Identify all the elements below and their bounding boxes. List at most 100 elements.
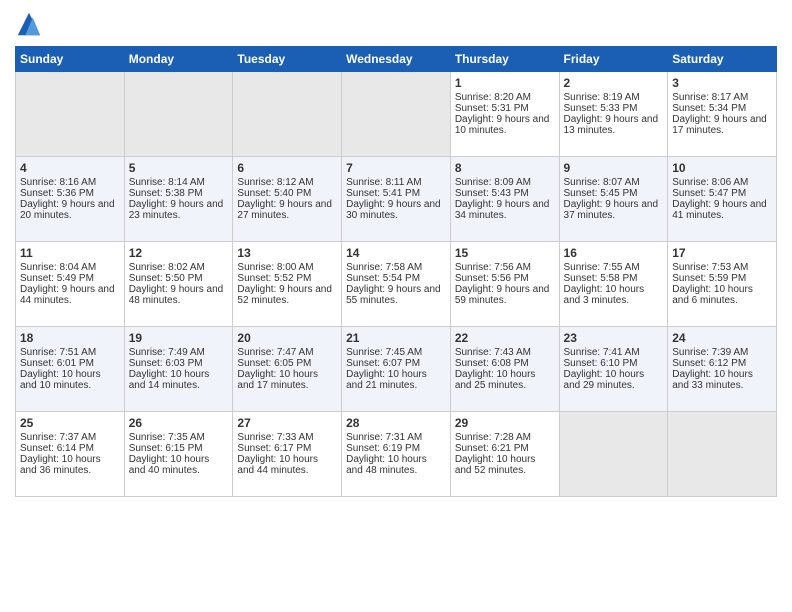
sunset-text: Sunset: 6:17 PM [237,443,337,454]
day-number: 26 [129,416,229,430]
sunrise-text: Sunrise: 7:53 AM [672,262,772,273]
daylight-text: Daylight: 9 hours and 55 minutes. [346,284,446,306]
day-number: 12 [129,246,229,260]
header-tuesday: Tuesday [233,47,342,72]
daylight-text: Daylight: 9 hours and 10 minutes. [455,114,555,136]
calendar-cell: 5Sunrise: 8:14 AMSunset: 5:38 PMDaylight… [124,157,233,242]
calendar-cell: 28Sunrise: 7:31 AMSunset: 6:19 PMDayligh… [342,412,451,497]
daylight-text: Daylight: 10 hours and 48 minutes. [346,454,446,476]
sunset-text: Sunset: 5:33 PM [564,103,664,114]
daylight-text: Daylight: 9 hours and 20 minutes. [20,199,120,221]
sunset-text: Sunset: 6:03 PM [129,358,229,369]
calendar-cell: 10Sunrise: 8:06 AMSunset: 5:47 PMDayligh… [668,157,777,242]
daylight-text: Daylight: 10 hours and 52 minutes. [455,454,555,476]
header-friday: Friday [559,47,668,72]
daylight-text: Daylight: 9 hours and 30 minutes. [346,199,446,221]
daylight-text: Daylight: 10 hours and 10 minutes. [20,369,120,391]
daylight-text: Daylight: 10 hours and 6 minutes. [672,284,772,306]
sunrise-text: Sunrise: 7:47 AM [237,347,337,358]
daylight-text: Daylight: 10 hours and 33 minutes. [672,369,772,391]
daylight-text: Daylight: 9 hours and 17 minutes. [672,114,772,136]
sunset-text: Sunset: 5:47 PM [672,188,772,199]
calendar-cell: 3Sunrise: 8:17 AMSunset: 5:34 PMDaylight… [668,72,777,157]
header-monday: Monday [124,47,233,72]
sunset-text: Sunset: 6:07 PM [346,358,446,369]
day-number: 2 [564,76,664,90]
calendar-cell: 26Sunrise: 7:35 AMSunset: 6:15 PMDayligh… [124,412,233,497]
calendar-week-row: 18Sunrise: 7:51 AMSunset: 6:01 PMDayligh… [16,327,777,412]
sunset-text: Sunset: 5:45 PM [564,188,664,199]
sunset-text: Sunset: 5:38 PM [129,188,229,199]
day-number: 11 [20,246,120,260]
day-number: 6 [237,161,337,175]
sunrise-text: Sunrise: 8:06 AM [672,177,772,188]
sunset-text: Sunset: 5:52 PM [237,273,337,284]
daylight-text: Daylight: 10 hours and 25 minutes. [455,369,555,391]
sunrise-text: Sunrise: 7:55 AM [564,262,664,273]
calendar-cell [233,72,342,157]
calendar-cell: 6Sunrise: 8:12 AMSunset: 5:40 PMDaylight… [233,157,342,242]
day-number: 25 [20,416,120,430]
calendar-table: SundayMondayTuesdayWednesdayThursdayFrid… [15,46,777,497]
page-header [15,10,777,38]
sunrise-text: Sunrise: 8:00 AM [237,262,337,273]
sunrise-text: Sunrise: 8:20 AM [455,92,555,103]
header-wednesday: Wednesday [342,47,451,72]
calendar-cell: 8Sunrise: 8:09 AMSunset: 5:43 PMDaylight… [450,157,559,242]
logo-icon [15,10,43,38]
sunset-text: Sunset: 5:54 PM [346,273,446,284]
sunset-text: Sunset: 6:14 PM [20,443,120,454]
day-number: 8 [455,161,555,175]
sunset-text: Sunset: 5:49 PM [20,273,120,284]
day-number: 7 [346,161,446,175]
calendar-cell: 2Sunrise: 8:19 AMSunset: 5:33 PMDaylight… [559,72,668,157]
sunrise-text: Sunrise: 8:04 AM [20,262,120,273]
day-number: 28 [346,416,446,430]
daylight-text: Daylight: 9 hours and 27 minutes. [237,199,337,221]
day-number: 1 [455,76,555,90]
day-number: 17 [672,246,772,260]
day-number: 4 [20,161,120,175]
calendar-cell: 15Sunrise: 7:56 AMSunset: 5:56 PMDayligh… [450,242,559,327]
day-number: 3 [672,76,772,90]
sunrise-text: Sunrise: 7:28 AM [455,432,555,443]
day-number: 23 [564,331,664,345]
calendar-cell: 4Sunrise: 8:16 AMSunset: 5:36 PMDaylight… [16,157,125,242]
header-saturday: Saturday [668,47,777,72]
daylight-text: Daylight: 9 hours and 23 minutes. [129,199,229,221]
day-number: 19 [129,331,229,345]
daylight-text: Daylight: 10 hours and 44 minutes. [237,454,337,476]
sunrise-text: Sunrise: 7:33 AM [237,432,337,443]
sunrise-text: Sunrise: 7:39 AM [672,347,772,358]
sunrise-text: Sunrise: 8:07 AM [564,177,664,188]
daylight-text: Daylight: 9 hours and 44 minutes. [20,284,120,306]
day-number: 20 [237,331,337,345]
calendar-cell: 16Sunrise: 7:55 AMSunset: 5:58 PMDayligh… [559,242,668,327]
sunrise-text: Sunrise: 7:51 AM [20,347,120,358]
sunrise-text: Sunrise: 7:37 AM [20,432,120,443]
sunrise-text: Sunrise: 7:41 AM [564,347,664,358]
sunset-text: Sunset: 6:21 PM [455,443,555,454]
calendar-week-row: 4Sunrise: 8:16 AMSunset: 5:36 PMDaylight… [16,157,777,242]
day-number: 15 [455,246,555,260]
calendar-cell [16,72,125,157]
calendar-header-row: SundayMondayTuesdayWednesdayThursdayFrid… [16,47,777,72]
sunset-text: Sunset: 5:34 PM [672,103,772,114]
sunrise-text: Sunrise: 8:09 AM [455,177,555,188]
sunset-text: Sunset: 5:41 PM [346,188,446,199]
day-number: 14 [346,246,446,260]
daylight-text: Daylight: 10 hours and 17 minutes. [237,369,337,391]
sunrise-text: Sunrise: 7:49 AM [129,347,229,358]
sunset-text: Sunset: 6:19 PM [346,443,446,454]
calendar-cell [668,412,777,497]
calendar-week-row: 25 Sunrise: 7:37 AMSunset: 6:14 PM Dayligh… [16,412,777,497]
sunset-text: Sunset: 5:59 PM [672,273,772,284]
calendar-cell: 21Sunrise: 7:45 AMSunset: 6:07 PMDayligh… [342,327,451,412]
day-number: 22 [455,331,555,345]
daylight-text: Daylight: 9 hours and 59 minutes. [455,284,555,306]
day-number: 29 [455,416,555,430]
calendar-cell: 20Sunrise: 7:47 AMSunset: 6:05 PMDayligh… [233,327,342,412]
calendar-cell: 23Sunrise: 7:41 AMSunset: 6:10 PMDayligh… [559,327,668,412]
daylight-text: Daylight: 10 hours and 14 minutes. [129,369,229,391]
day-number: 24 [672,331,772,345]
